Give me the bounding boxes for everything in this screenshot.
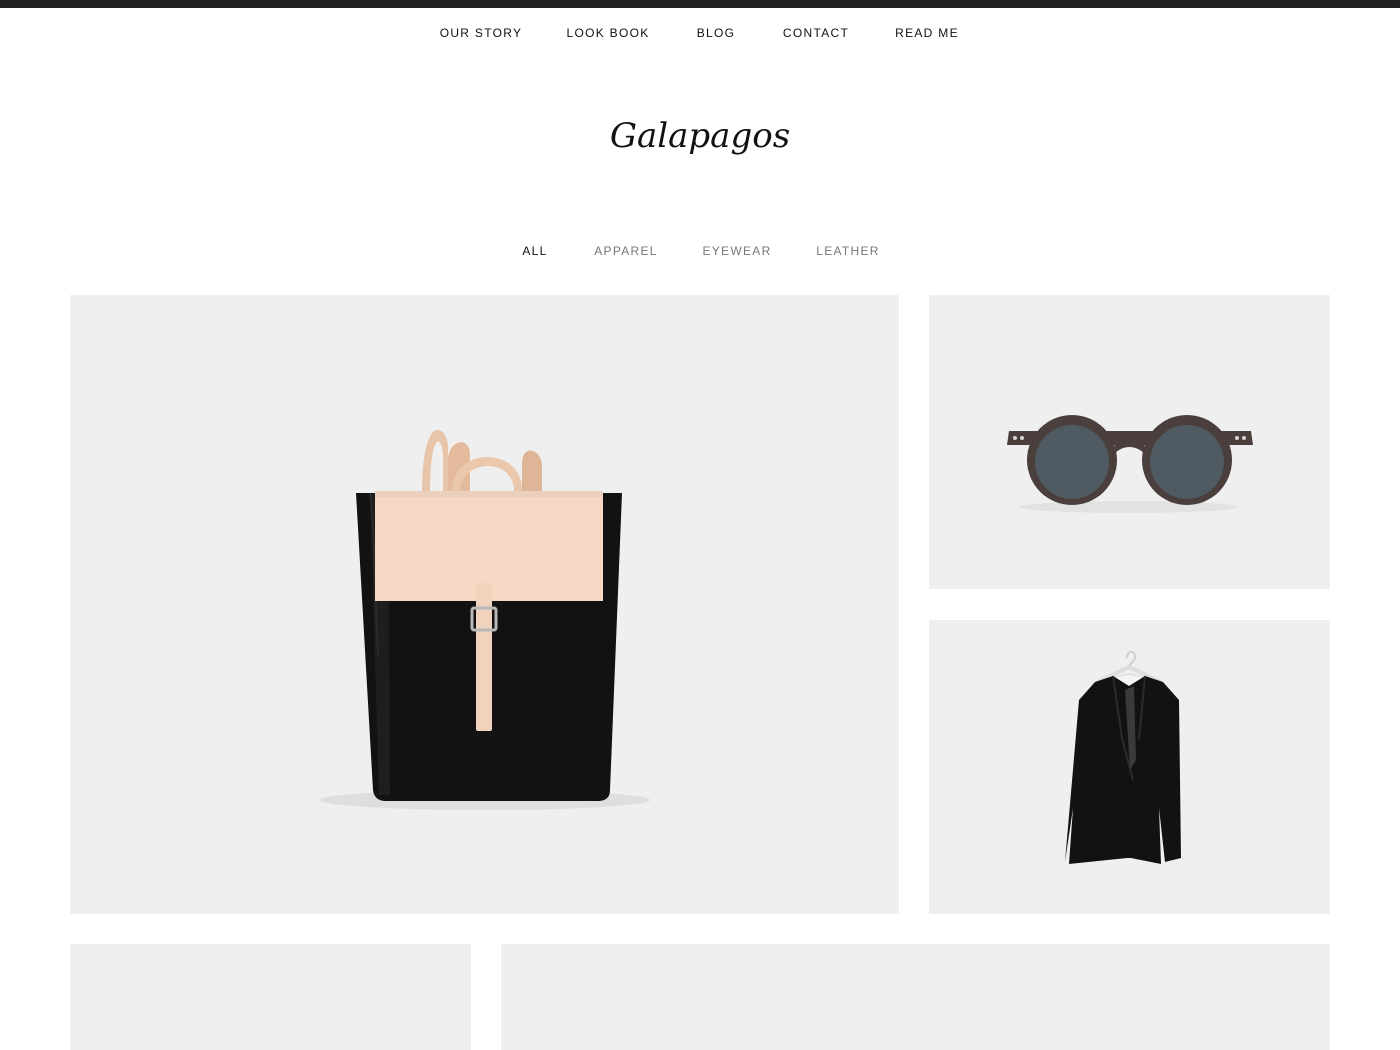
product-tile-bottom-left[interactable] [70, 944, 471, 1050]
product-tile-backpack[interactable] [70, 295, 899, 914]
backpack-image [320, 429, 650, 810]
main-nav: OUR STORY LOOK BOOK BLOG CONTACT READ ME [0, 26, 1400, 46]
nav-blog[interactable]: BLOG [697, 26, 736, 40]
product-tile-bottom-right[interactable] [501, 944, 1330, 1050]
filter-eyewear[interactable]: EYEWEAR [702, 244, 771, 258]
nav-look-book[interactable]: LOOK BOOK [566, 26, 649, 40]
category-filter: ALL APPAREL EYEWEAR LEATHER [0, 244, 1400, 264]
brand-title[interactable]: Galapagos [0, 116, 1400, 156]
product-tile-blazer[interactable] [929, 620, 1330, 914]
filter-leather[interactable]: LEATHER [816, 244, 880, 258]
filter-apparel[interactable]: APPAREL [594, 244, 658, 258]
blazer-image [1065, 650, 1181, 864]
nav-our-story[interactable]: OUR STORY [440, 26, 523, 40]
nav-contact[interactable]: CONTACT [783, 26, 849, 40]
top-bar [0, 0, 1400, 8]
product-tile-sunglasses[interactable] [929, 295, 1330, 589]
sunglasses-image [1007, 415, 1253, 513]
nav-read-me[interactable]: READ ME [895, 26, 959, 40]
filter-all[interactable]: ALL [522, 244, 547, 258]
